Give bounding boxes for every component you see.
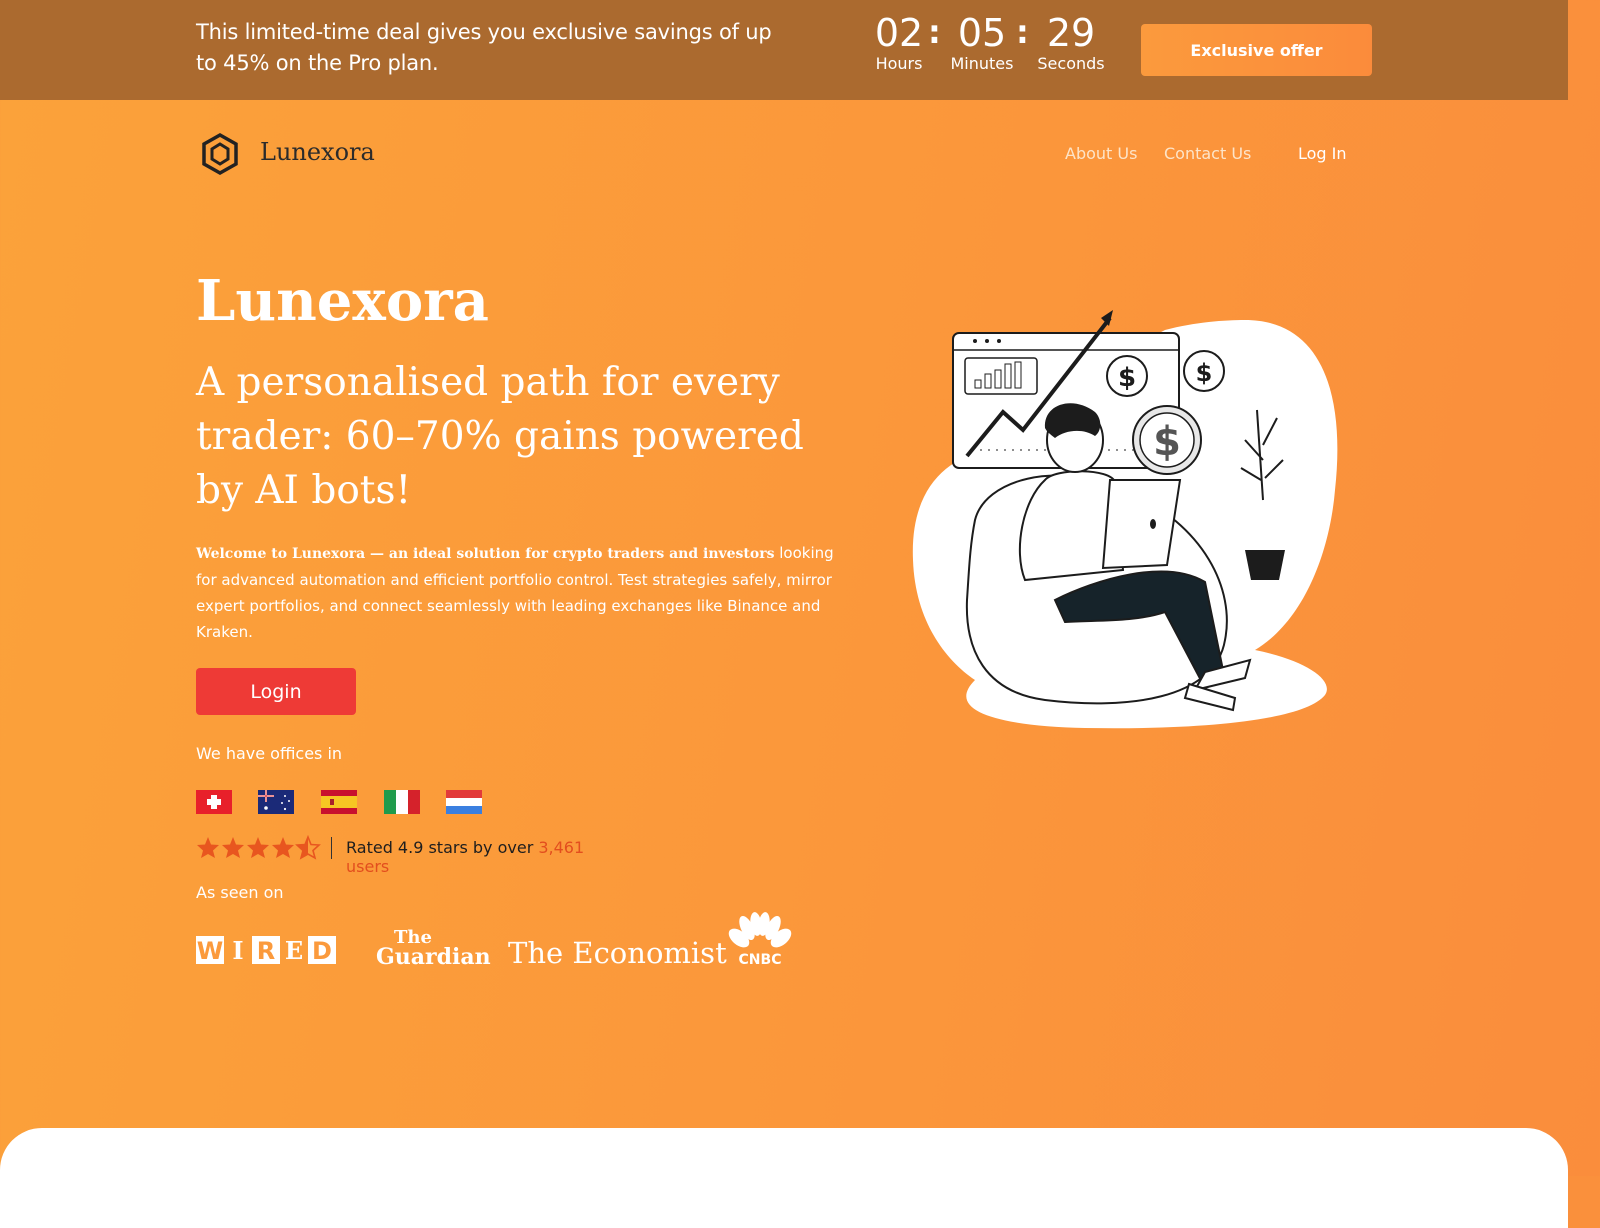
timer-minutes: 05 Minutes	[947, 10, 1017, 72]
rating-row: Rated 4.9 stars by over 3,461 users	[196, 834, 616, 876]
as-seen-on-label: As seen on	[196, 883, 284, 902]
svg-text:$: $	[1118, 363, 1136, 393]
guardian-logo: The Guardian	[376, 929, 491, 970]
timer-seconds: 29 Seconds	[1036, 10, 1106, 72]
svg-text:R: R	[257, 937, 275, 964]
svg-text:$: $	[1196, 359, 1213, 387]
timer-seconds-value: 29	[1046, 11, 1096, 55]
wired-letter: W	[197, 937, 223, 964]
rating-stars-icon	[197, 836, 320, 859]
svg-text:I: I	[232, 936, 243, 964]
svg-text:D: D	[312, 937, 332, 964]
cnbc-wordmark: CNBC	[739, 952, 782, 966]
hero-title: Lunexora	[196, 268, 489, 334]
timer-hours: 02 Hours	[864, 10, 934, 72]
nav-login-link[interactable]: Log In	[1298, 144, 1347, 163]
rating-divider	[331, 837, 332, 859]
timer-hours-label: Hours	[875, 54, 923, 73]
exclusive-offer-button[interactable]: Exclusive offer	[1141, 24, 1372, 76]
rating-text-main: Rated 4.9 stars by over	[346, 838, 539, 857]
italy-flag-icon	[384, 790, 420, 814]
promo-banner: This limited-time deal gives you exclusi…	[0, 0, 1568, 100]
wired-logo-icon: W I R E D	[196, 936, 336, 965]
australia-flag-icon	[258, 790, 294, 814]
countdown-timer: 02 Hours : 05 Minutes : 29 Seconds	[864, 10, 1114, 90]
trader-illustration: $ $ $	[912, 310, 1338, 729]
content-section-card	[0, 1128, 1568, 1228]
svg-text:E: E	[285, 936, 303, 964]
timer-separator: :	[928, 13, 941, 51]
brand-name[interactable]: Lunexora	[260, 138, 375, 166]
netherlands-flag-icon	[446, 790, 482, 814]
login-button[interactable]: Login	[196, 668, 356, 715]
brand-logo-icon[interactable]	[198, 132, 242, 176]
promo-text: This limited-time deal gives you exclusi…	[196, 20, 772, 75]
wired-logo: W I R E D	[196, 936, 338, 965]
timer-seconds-label: Seconds	[1037, 54, 1105, 73]
economist-logo: The Economist	[508, 936, 727, 970]
offices-label: We have offices in	[196, 744, 343, 763]
hero-description: Welcome to Lunexora — an ideal solution …	[196, 540, 856, 645]
svg-text:$: $	[1153, 419, 1181, 465]
timer-separator: :	[1016, 13, 1029, 51]
nav-about-link[interactable]: About Us	[1065, 144, 1137, 163]
guardian-line2: Guardian	[376, 944, 491, 970]
timer-minutes-label: Minutes	[950, 54, 1014, 73]
timer-minutes-value: 05	[957, 11, 1007, 55]
cnbc-peacock-icon: CNBC	[728, 912, 792, 968]
timer-hours-value: 02	[874, 11, 924, 55]
hero-subtitle: A personalised path for every trader: 60…	[196, 360, 804, 513]
cnbc-logo: CNBC	[726, 912, 794, 970]
spain-flag-icon	[321, 790, 357, 814]
nav-contact-link[interactable]: Contact Us	[1164, 144, 1251, 163]
switzerland-flag-icon	[196, 790, 232, 814]
hero-description-bold: Welcome to Lunexora — an ideal solution …	[196, 546, 775, 562]
rating-text: Rated 4.9 stars by over 3,461 users	[346, 838, 616, 876]
